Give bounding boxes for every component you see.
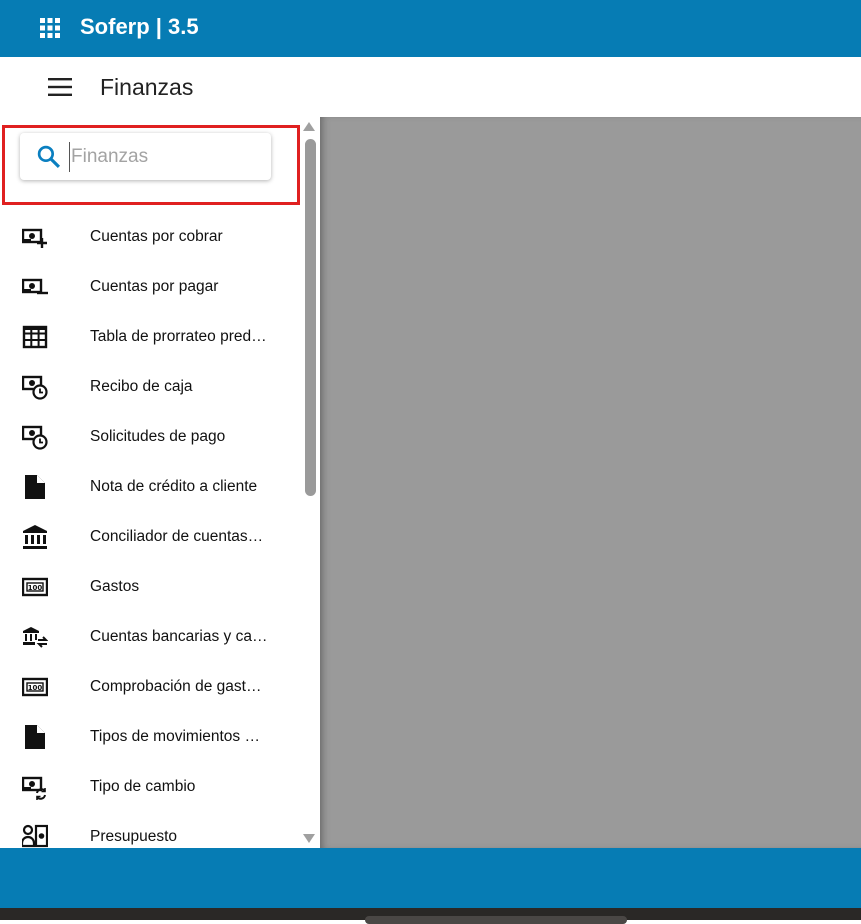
sidebar-item-conciliador-de-cuentas[interactable]: Conciliador de cuentas…: [0, 512, 302, 562]
scroll-down-arrow-icon[interactable]: [303, 834, 315, 843]
sidebar-item-label: Gastos: [90, 578, 140, 595]
table-grid-icon: [22, 325, 48, 349]
sidebar-item-label: Conciliador de cuentas…: [90, 528, 264, 545]
sidebar-item-label: Cuentas por cobrar: [90, 228, 223, 245]
search-input[interactable]: [69, 142, 259, 172]
scroll-up-arrow-icon[interactable]: [303, 122, 315, 131]
money-clock-icon: [22, 425, 48, 450]
svg-text:100: 100: [28, 584, 43, 592]
banknote-100-icon: 100: [22, 677, 48, 697]
money-sync-icon: [22, 776, 46, 800]
sidebar-item-tipos-de-movimientos[interactable]: Tipos de movimientos …: [0, 712, 302, 762]
sidebar-item-label: Recibo de caja: [90, 378, 193, 395]
sidebar-item-label: Comprobación de gast…: [90, 678, 262, 695]
sidebar-item-cuentas-por-pagar[interactable]: Cuentas por pagar: [0, 262, 302, 312]
money-minus-icon: [22, 278, 48, 295]
document-icon: [25, 475, 45, 499]
bank-icon: [23, 525, 47, 549]
sidebar-item-recibo-de-caja[interactable]: Recibo de caja: [0, 362, 302, 412]
hamburger-menu-icon[interactable]: [48, 76, 72, 98]
sidebar-nav-list: Cuentas por cobrar Cuentas por pagar Tab…: [0, 212, 302, 848]
sidebar-item-label: Nota de crédito a cliente: [90, 478, 258, 495]
footer-bar: [0, 848, 861, 908]
app-title: Soferp | 3.5: [80, 14, 199, 39]
sidebar-item-label: Tipos de movimientos …: [90, 728, 260, 745]
scrollbar-thumb[interactable]: [305, 139, 316, 496]
search-icon: [37, 145, 61, 169]
apps-grid-icon[interactable]: [38, 16, 62, 40]
sidebar-item-cuentas-bancarias[interactable]: Cuentas bancarias y ca…: [0, 612, 302, 662]
page-title: Finanzas: [100, 74, 194, 100]
sidebar-item-cuentas-por-cobrar[interactable]: Cuentas por cobrar: [0, 212, 302, 262]
person-money-icon: [22, 824, 48, 848]
main-content-overlay[interactable]: [320, 117, 861, 848]
search-box[interactable]: [20, 133, 271, 180]
sidebar-item-label: Solicitudes de pago: [90, 428, 226, 445]
sidebar-item-gastos[interactable]: 100 Gastos: [0, 562, 302, 612]
sidebar-item-tipo-de-cambio[interactable]: Tipo de cambio: [0, 762, 302, 812]
bank-transfer-icon: [23, 627, 48, 648]
svg-text:100: 100: [28, 684, 43, 692]
sidebar-item-presupuesto[interactable]: Presupuesto: [0, 812, 302, 848]
money-plus-icon: [22, 228, 47, 248]
sidebar-item-label: Presupuesto: [90, 828, 178, 845]
banknote-100-icon: 100: [22, 577, 48, 597]
sidebar: Cuentas por cobrar Cuentas por pagar Tab…: [0, 117, 320, 848]
sidebar-item-label: Tipo de cambio: [90, 778, 196, 795]
sidebar-item-label: Cuentas por pagar: [90, 278, 219, 295]
taskbar-handle: [365, 916, 627, 924]
sidebar-item-solicitudes-de-pago[interactable]: Solicitudes de pago: [0, 412, 302, 462]
sidebar-item-label: Cuentas bancarias y ca…: [90, 628, 268, 645]
sidebar-item-comprobacion-de-gastos[interactable]: 100 Comprobación de gast…: [0, 662, 302, 712]
sidebar-item-nota-de-credito[interactable]: Nota de crédito a cliente: [0, 462, 302, 512]
sidebar-item-tabla-de-prorrateo[interactable]: Tabla de prorrateo pred…: [0, 312, 302, 362]
document-icon: [25, 725, 45, 749]
sidebar-item-label: Tabla de prorrateo pred…: [90, 328, 267, 345]
money-clock-icon: [22, 375, 48, 400]
